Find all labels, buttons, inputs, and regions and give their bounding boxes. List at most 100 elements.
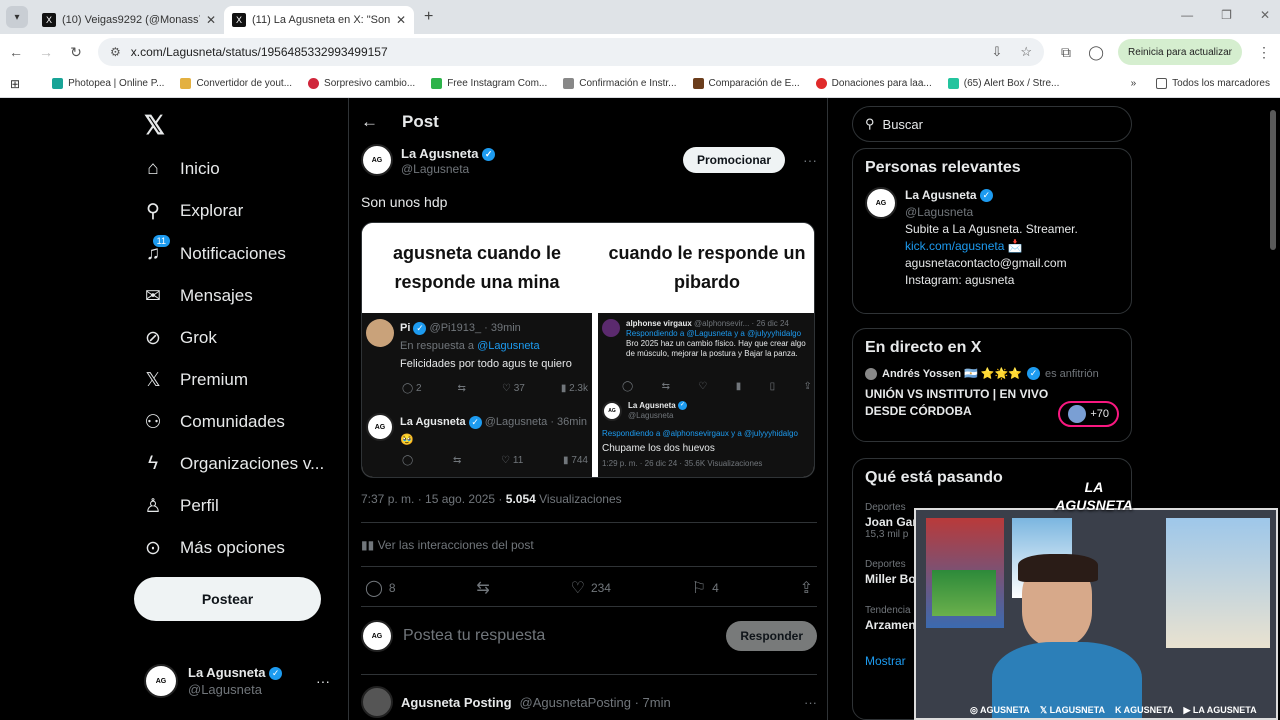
divider (361, 674, 817, 675)
back-arrow-icon[interactable]: ← (361, 112, 378, 132)
repost-icon: ⇆ (661, 381, 670, 392)
close-tab-icon[interactable]: ✕ (396, 13, 406, 27)
bookmark-item[interactable]: Free Instagram Com... (431, 78, 547, 89)
nav-item-organizaciones[interactable]: ϟ Organizaciones v... (142, 453, 324, 475)
donation-icon (815, 78, 827, 89)
x-premium-icon: 𝕏 (145, 369, 161, 391)
scrollbar[interactable] (1270, 110, 1276, 250)
all-bookmarks[interactable]: Todos los marcadores (1156, 78, 1270, 89)
close-window-icon[interactable]: ✕ (1260, 8, 1270, 22)
bookmark-item[interactable]: Convertidor de yout... (180, 78, 292, 89)
bookmark-item[interactable]: Comparación de E... (692, 78, 800, 89)
forward-icon[interactable]: → (38, 44, 54, 60)
verified-icon: ✓ (468, 415, 482, 429)
install-icon[interactable]: ⇩ (991, 44, 1002, 60)
views-icon: ▮ 2.3k (560, 383, 588, 394)
promote-button[interactable]: Promocionar (682, 147, 785, 173)
avatar[interactable]: AG (865, 187, 897, 219)
browser-tab[interactable]: X (10) Veigas9292 (@Monass718 ✕ (34, 6, 224, 34)
tab-search-button[interactable]: ▾ (6, 6, 28, 28)
next-post[interactable]: Agusneta Posting @AgusnetaPosting · 7min… (361, 686, 817, 718)
profile-icon[interactable]: ◯ (1088, 44, 1104, 61)
more-options-icon[interactable]: ··· (804, 695, 817, 710)
w-icon (431, 78, 443, 89)
bookmark-item[interactable]: Sorpresivo cambio... (308, 78, 415, 89)
back-icon[interactable]: ← (8, 44, 24, 60)
repost-icon: ⇆ (452, 455, 462, 466)
nav-item-explorar[interactable]: ⚲ Explorar (142, 200, 243, 222)
page-title: Post (402, 112, 439, 131)
divider (361, 606, 817, 607)
home-icon: ⌂ (147, 158, 159, 179)
view-interactions-link[interactable]: ▮▮ Ver las interacciones del post (361, 538, 534, 552)
browser-toolbar: ← → ↻ ⚙ x.com/Lagusneta/status/195648533… (0, 34, 1280, 70)
x-logo-icon[interactable]: 𝕏 (144, 110, 165, 141)
bookmark-item[interactable]: Confirmación e Instr... (563, 78, 677, 89)
lightning-icon: ϟ (147, 453, 159, 474)
verified-icon: ✓ (979, 189, 993, 203)
divider (361, 522, 817, 523)
new-tab-button[interactable]: + (424, 8, 433, 26)
post-timestamp: 7:37 p. m. · 15 ago. 2025 · 5.054 Visual… (361, 492, 622, 506)
bookmark-item[interactable]: Photopea | Online P... (52, 78, 164, 89)
nav-item-inicio[interactable]: ⌂ Inicio (142, 158, 219, 180)
reply-icon: ◯ (622, 381, 634, 392)
star-icon[interactable]: ☆ (1020, 44, 1032, 60)
extensions-icon[interactable]: ⧉ (1058, 44, 1074, 61)
bookmark-button[interactable]: ⚐ 4 (692, 578, 719, 598)
bookmark-item[interactable]: Donaciones para laa... (815, 78, 932, 89)
mini-actions: ◯ 2 ⇆ ♡ 37 ▮ 2.3k (402, 383, 588, 394)
reply-icon: ◯ (402, 455, 414, 466)
post-button[interactable]: Postear (134, 577, 321, 621)
bookmark-item[interactable]: (65) Alert Box / Stre... (947, 78, 1059, 89)
bell-icon: ♫ 11 (142, 235, 170, 265)
search-input[interactable]: ⚲ Buscar (852, 106, 1132, 142)
live-card[interactable]: En directo en X Andrés Yossen 🇦🇷 ⭐🌟⭐ ✓ e… (852, 328, 1132, 442)
post-actions: ◯ 8 ⇆ ♡ 234 ⚐ 4 ⇪ (365, 578, 813, 598)
more-dots-icon[interactable]: ··· (316, 673, 330, 689)
author-avatar[interactable]: AG (361, 144, 393, 176)
bookmarks-bar: ⊞ Photopea | Online P... Convertidor de … (0, 70, 1280, 98)
x-icon: 𝕏 LAGUSNETA (1039, 705, 1105, 715)
reply-input[interactable]: Postea tu respuesta (403, 627, 716, 645)
address-bar[interactable]: ⚙ x.com/Lagusneta/status/195648533299349… (98, 38, 1045, 66)
avatar (361, 686, 393, 718)
instagram-icon: ◎ AGUSNETA (970, 705, 1030, 715)
more-options-icon[interactable]: ··· (803, 152, 817, 168)
nav-item-comunidades[interactable]: ⚇ Comunidades (142, 411, 284, 433)
reload-icon[interactable]: ↻ (68, 44, 84, 61)
mail-icon: ✉ (145, 285, 161, 307)
avatar: AG (361, 620, 393, 652)
restore-icon[interactable]: ❐ (1221, 8, 1232, 22)
post-author: AG La Agusneta ✓ @Lagusneta Promocionar … (361, 144, 817, 176)
post-image[interactable]: agusneta cuando le responde una mina Pi … (361, 222, 815, 478)
avatar (602, 319, 620, 337)
like-button[interactable]: ♡ 234 (571, 578, 611, 598)
nav-item-notificaciones[interactable]: ♫ 11 Notificaciones (142, 235, 286, 265)
menu-icon[interactable]: ⋮ (1256, 44, 1272, 61)
share-button[interactable]: ⇪ (800, 578, 813, 598)
minimize-icon[interactable]: — (1181, 8, 1193, 22)
bookmarks-overflow-icon[interactable]: » (1131, 78, 1137, 89)
card-title: Personas relevantes (865, 159, 1021, 176)
nav-item-premium[interactable]: 𝕏 Premium (142, 369, 248, 391)
bookmark-icon: ▯ (769, 381, 776, 392)
reply-composer: AG Postea tu respuesta Responder (361, 620, 817, 652)
close-tab-icon[interactable]: ✕ (206, 13, 216, 27)
reply-button[interactable]: ◯ 8 (365, 578, 396, 598)
repost-button[interactable]: ⇆ (476, 578, 489, 598)
nav-item-perfil[interactable]: ♙ Perfil (142, 495, 218, 517)
nav-item-mas-opciones[interactable]: ⊙ Más opciones (142, 537, 285, 559)
verified-icon: ✓ (677, 401, 687, 411)
site-info-icon[interactable]: ⚙ (110, 45, 121, 59)
streamlabs-icon (947, 78, 959, 89)
reply-icon: ◯ 2 (402, 383, 422, 394)
browser-tab-active[interactable]: X (11) La Agusneta en X: "Son unos ✕ (224, 6, 414, 34)
account-switcher[interactable]: AG La Agusneta ✓ @Lagusneta ··· (144, 664, 330, 698)
update-button[interactable]: Reinicia para actualizar (1118, 39, 1242, 65)
nav-item-grok[interactable]: ⊘ Grok (142, 327, 217, 349)
reply-submit-button[interactable]: Responder (726, 621, 817, 651)
apps-icon[interactable]: ⊞ (10, 77, 20, 91)
nav-item-mensajes[interactable]: ✉ Mensajes (142, 285, 253, 307)
stadium-image (932, 570, 996, 616)
